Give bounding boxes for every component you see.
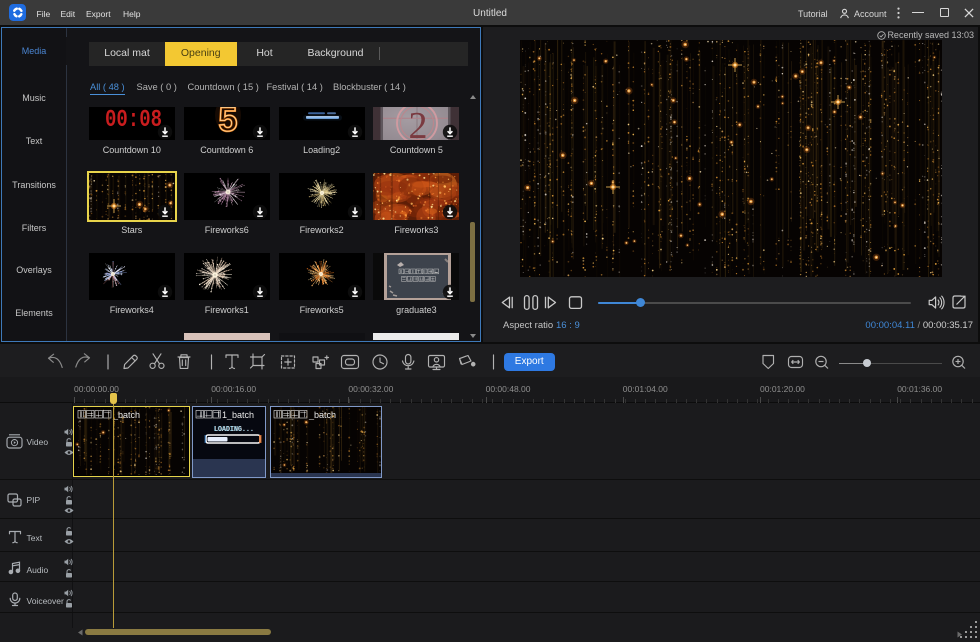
svg-text:1_batch: 1_batch xyxy=(222,410,254,420)
svg-text:_batch: _batch xyxy=(112,410,140,420)
svg-text:_batch: _batch xyxy=(308,410,336,420)
svg-text:LOADING...: LOADING... xyxy=(213,426,253,434)
